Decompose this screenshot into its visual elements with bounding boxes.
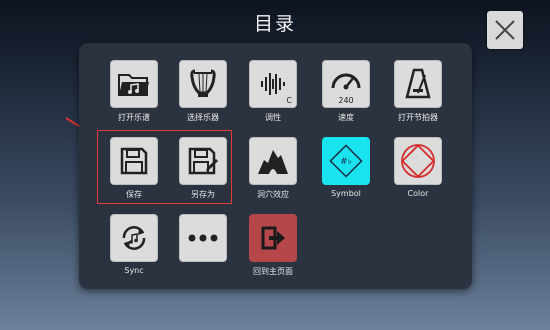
annotation-highlight-box	[97, 130, 232, 204]
metronome-label: 打开节拍器	[398, 113, 438, 122]
tuning-item[interactable]: C 调性	[249, 60, 297, 123]
symbol-item[interactable]: #♭ Symbol	[322, 137, 370, 198]
home-item[interactable]: 回到主页面	[249, 214, 297, 277]
cave-effect-button[interactable]	[249, 137, 297, 185]
tuning-key-value: C	[286, 96, 292, 105]
color-button[interactable]	[394, 137, 442, 185]
lyre-icon	[190, 69, 216, 97]
color-item[interactable]: Color	[394, 137, 442, 198]
sync-icon	[122, 226, 146, 250]
exit-icon	[261, 226, 285, 250]
open-score-item[interactable]: 打开乐谱	[110, 60, 158, 123]
sync-button[interactable]	[110, 214, 158, 262]
page-title: 目录	[253, 13, 296, 35]
cave-effect-label: 洞穴效应	[257, 190, 289, 199]
close-icon	[495, 20, 515, 40]
home-button[interactable]	[249, 214, 297, 262]
metronome-button[interactable]	[394, 60, 442, 108]
symbol-icon: #♭	[329, 144, 363, 178]
color-icon	[401, 144, 435, 178]
cave-effect-item[interactable]: 洞穴效应	[249, 137, 297, 200]
color-label: Color	[407, 189, 429, 198]
cave-icon	[258, 150, 288, 174]
more-button[interactable]	[179, 214, 227, 262]
more-icon	[188, 234, 218, 242]
metronome-icon	[405, 68, 431, 99]
tuning-button[interactable]: C	[249, 60, 297, 108]
tuning-label: 调性	[265, 113, 281, 122]
close-button[interactable]	[487, 11, 523, 49]
folder-music-icon	[118, 74, 149, 96]
speed-value: 240	[338, 96, 354, 105]
speed-button[interactable]: 240	[322, 60, 370, 108]
svg-text:#♭: #♭	[340, 157, 352, 167]
speedometer-icon	[331, 73, 361, 90]
metronome-item[interactable]: 打开节拍器	[394, 60, 442, 123]
speed-label: 速度	[338, 113, 354, 122]
sync-item[interactable]: Sync	[110, 214, 158, 275]
open-score-label: 打开乐谱	[118, 113, 150, 122]
home-label: 回到主页面	[253, 267, 293, 276]
symbol-button[interactable]: #♭	[322, 137, 370, 185]
sync-label: Sync	[124, 266, 144, 275]
select-instrument-label: 选择乐器	[187, 113, 219, 122]
speed-item[interactable]: 240 速度	[322, 60, 370, 123]
symbol-label: Symbol	[331, 189, 361, 198]
select-instrument-button[interactable]	[179, 60, 227, 108]
select-instrument-item[interactable]: 选择乐器	[179, 60, 227, 123]
open-score-button[interactable]	[110, 60, 158, 108]
tuning-icon	[261, 73, 285, 95]
more-item[interactable]	[179, 214, 227, 262]
